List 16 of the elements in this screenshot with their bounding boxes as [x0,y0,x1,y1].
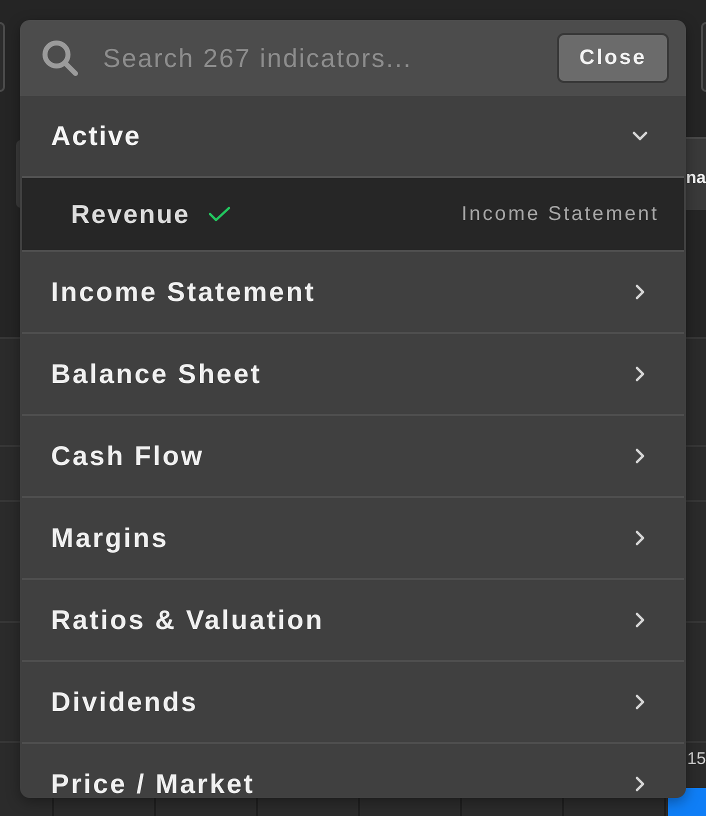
category-item[interactable]: Ratios & Valuation [22,578,684,660]
category-item[interactable]: Balance Sheet [22,332,684,414]
control-edge[interactable] [0,22,5,92]
category-item[interactable]: Price / Market [22,742,684,798]
toolbar-button[interactable]: na [686,137,706,210]
category-item[interactable]: Margins [22,496,684,578]
indicator-row[interactable]: Revenue Income Statement [22,178,684,250]
category-item[interactable]: Cash Flow [22,414,684,496]
close-button[interactable]: Close [557,33,669,83]
category-item[interactable]: Income Statement [22,250,684,332]
axis-label: 15 [687,750,706,767]
search-icon [42,40,78,76]
indicator-name: Revenue [71,201,190,227]
category-item[interactable]: Dividends [22,660,684,742]
category-label: Income Statement [461,204,659,224]
control-edge[interactable] [701,22,706,92]
